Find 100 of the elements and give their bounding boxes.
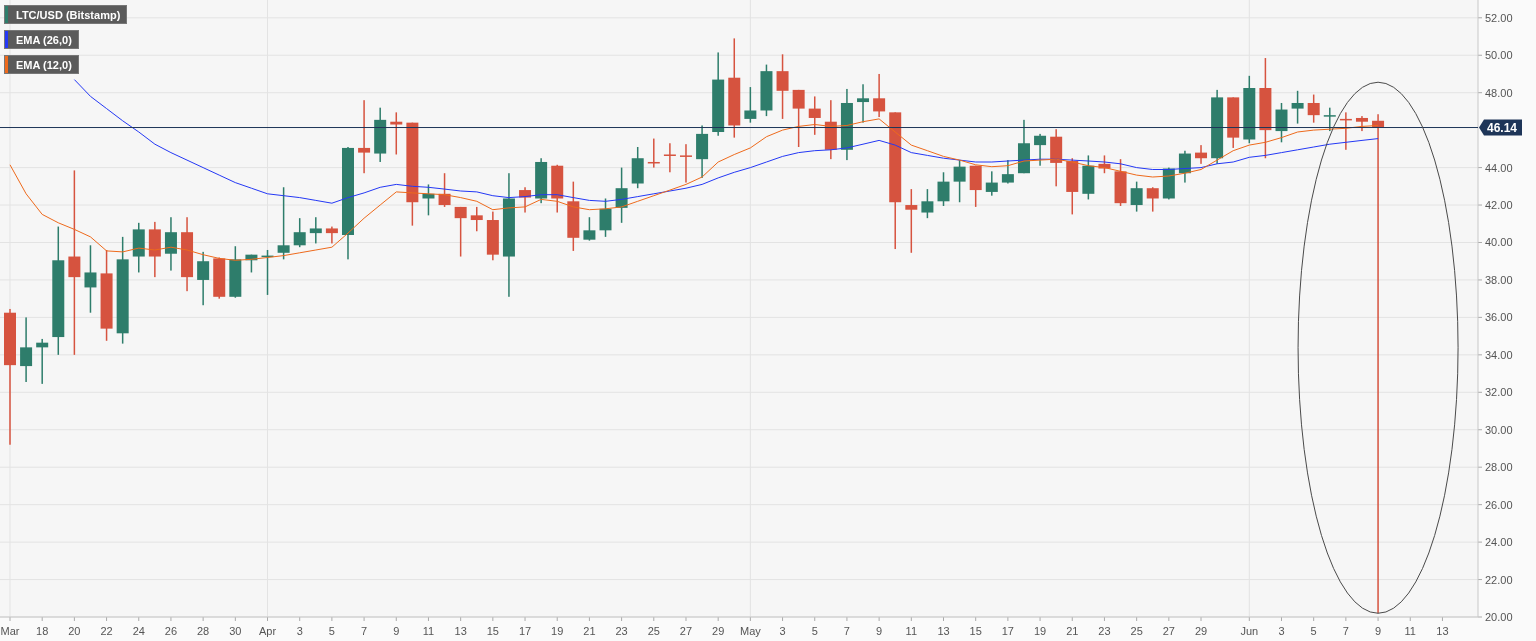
candlestick [20,317,33,382]
axis-label: 50.00 [1485,49,1513,62]
axis-label: 34.00 [1485,348,1513,361]
axis-label: 9 [876,625,883,637]
axis-label: 7 [843,625,850,637]
axis-label: 9 [1375,625,1382,637]
candlestick [1339,112,1352,150]
axis-label: 5 [811,625,818,637]
axis-label: 40.00 [1485,236,1513,249]
axis-label: 3 [779,625,786,637]
axis-label: 29 [1194,625,1208,637]
candlestick [535,158,548,204]
axis-label: 26 [164,625,178,637]
candlestick [438,173,451,207]
legend-item: EMA (26,0) [4,30,79,49]
axis-label: 20.00 [1485,611,1513,623]
candlestick [374,107,387,162]
axis-label: Mar [0,625,20,637]
axis-label: 27 [1162,625,1175,637]
axis-label: 23 [615,625,628,637]
axis-label: 15 [969,625,982,637]
candlestick [293,218,306,248]
axis-label: 42.00 [1485,199,1513,212]
axis-label: 44.00 [1485,161,1513,174]
axis-label: 7 [361,625,368,637]
axis-label: 29 [712,625,725,637]
candlestick [873,73,886,118]
candlestick [824,100,837,160]
candlestick [390,112,403,155]
candlestick [808,96,821,135]
candlestick [148,221,161,278]
candlestick [229,246,242,298]
candlestick [792,89,805,147]
candlestick [1066,158,1079,215]
candlestick [1114,159,1127,206]
candlestick [519,187,532,213]
candlestick [1243,75,1256,144]
candlestick [599,198,612,237]
axis-label: 17 [1001,625,1014,637]
axis-label: 25 [647,625,660,637]
axis-label: 38.00 [1485,273,1513,286]
axis-label: 24 [132,625,145,637]
axis-label: Jun [1240,625,1259,637]
axis-label: 52.00 [1485,11,1513,24]
axis-label: 18 [36,625,49,637]
candlestick [1178,150,1191,183]
candlestick [1098,155,1111,174]
axis-label: 24.00 [1485,536,1513,549]
candlestick [1275,103,1288,143]
candlestick [486,211,499,261]
axis-label: 11 [1404,625,1416,637]
axis-label: Apr [258,625,277,637]
axis-label: 28 [197,625,210,637]
axis-label: 22.00 [1485,573,1513,586]
axis-label: 28.00 [1485,461,1513,474]
candlestick [1146,187,1159,212]
candlestick [857,84,870,123]
candlestick [1227,97,1240,148]
axis-label: 19 [1033,625,1047,637]
candlestick [615,167,628,223]
candlestick [422,184,435,216]
axis-label: 19 [551,625,564,637]
candlestick [680,144,692,183]
candlestick [1307,94,1320,123]
axis-label: 3 [1278,625,1285,637]
legend-item: LTC/USD (Bitstamp) [4,5,128,24]
axis-label: 5 [1310,625,1317,637]
candlestick [197,251,210,306]
candlestick [1323,107,1336,132]
axis-label: 32.00 [1485,386,1513,399]
candlestick [953,160,966,203]
axis-label: 11 [422,625,435,637]
candlestick [663,143,676,173]
axis-label: 30 [229,625,242,637]
candlestick [567,181,580,251]
candlestick [213,257,226,299]
axis-label: 17 [518,625,532,637]
axis-label: 13 [937,625,950,637]
candlestick [454,206,467,257]
axis-label: May [739,625,761,637]
candlestick [245,254,258,273]
ref-line-label: 46.14 [1487,121,1518,136]
axis-label: 20 [68,625,81,637]
axis-label: 25 [1130,625,1143,637]
candlestick [937,172,950,206]
candlestick [583,217,596,241]
candlestick [647,138,660,168]
candlestick [1050,129,1063,187]
axis-label: 30.00 [1485,423,1513,436]
candlestick [1018,119,1030,174]
axis-label: 21 [583,625,596,637]
candlestick [470,206,483,232]
axis-label: 3 [296,625,303,637]
candlestick [1034,133,1047,166]
axis-label: 48.00 [1485,86,1513,99]
axis-label: 26.00 [1485,498,1513,511]
axis-label: 22 [100,625,113,637]
axis-label: 7 [1342,625,1349,637]
candlestick [1130,181,1143,212]
candlestick [164,217,177,271]
